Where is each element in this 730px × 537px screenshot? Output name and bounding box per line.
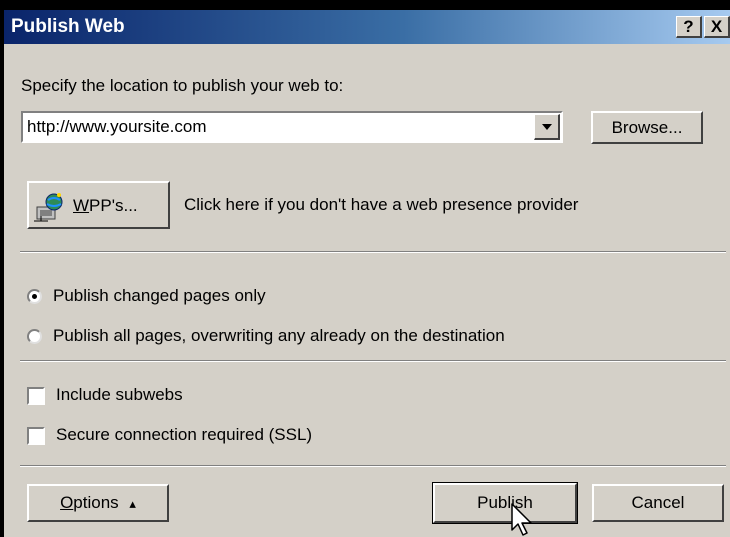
location-label: Specify the location to publish your web…: [21, 76, 344, 95]
publish-button[interactable]: Publish: [432, 482, 578, 524]
wpp-description: Click here if you don't have a web prese…: [184, 195, 579, 214]
publish-web-dialog: Publish Web ? X Specify the location to …: [4, 10, 730, 537]
wpp-button-label: WPP's...: [73, 196, 138, 215]
cancel-button[interactable]: Cancel: [592, 484, 724, 522]
radio-selected-dot: [32, 294, 37, 299]
help-button[interactable]: ?: [676, 16, 702, 38]
separator: [20, 251, 726, 253]
location-combobox[interactable]: http://www.yoursite.com: [21, 111, 563, 143]
chevron-down-icon[interactable]: [534, 114, 560, 140]
publish-changed-label[interactable]: Publish changed pages only: [53, 286, 266, 306]
close-button[interactable]: X: [704, 16, 730, 38]
location-input[interactable]: http://www.yoursite.com: [27, 117, 207, 137]
include-subwebs-checkbox[interactable]: [27, 387, 45, 405]
ssl-checkbox[interactable]: [27, 427, 45, 445]
arrow-up-icon: ▴: [129, 496, 136, 511]
mouse-pointer-icon: [511, 503, 532, 536]
wpp-button[interactable]: WPP's...: [27, 181, 170, 229]
separator: [20, 360, 726, 362]
publish-all-label[interactable]: Publish all pages, overwriting any alrea…: [53, 326, 505, 346]
options-button[interactable]: Options ▴: [27, 484, 169, 522]
publish-changed-radio[interactable]: [27, 289, 42, 304]
separator: [20, 465, 726, 467]
browse-button[interactable]: Browse...: [591, 111, 703, 144]
globe-computer-icon: [34, 193, 63, 222]
dialog-title: Publish Web: [11, 16, 125, 37]
include-subwebs-label[interactable]: Include subwebs: [56, 385, 183, 405]
title-bar[interactable]: Publish Web ? X: [4, 10, 730, 44]
ssl-label[interactable]: Secure connection required (SSL): [56, 425, 312, 445]
publish-all-radio[interactable]: [27, 329, 42, 344]
